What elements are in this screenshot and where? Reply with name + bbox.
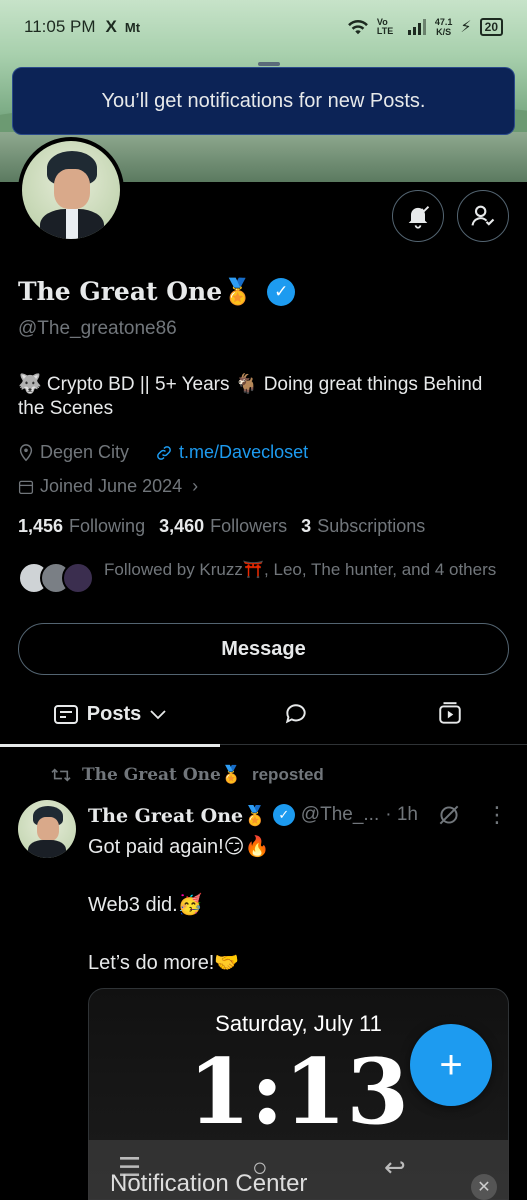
status-bar: 11:05 PM X Mt Vo LTE 47.1 K/S ⚡ 20 [0, 0, 527, 54]
avatar [62, 562, 94, 594]
profile-link[interactable]: t.me/Davecloset [179, 442, 308, 463]
toast-grabber [258, 62, 280, 66]
followers-count[interactable]: 3,460 [159, 516, 204, 537]
post-author-handle: @The_... [300, 804, 380, 825]
chevron-right-icon: › [192, 476, 199, 496]
charging-icon: ⚡ [460, 19, 472, 36]
following-count[interactable]: 1,456 [18, 516, 63, 537]
chevron-down-icon [150, 710, 166, 720]
avatar-image [22, 141, 120, 239]
overlay-nav-bar: ☰ ○ ↩ Notification Center ✕ [88, 1140, 509, 1200]
bell-check-icon [408, 206, 430, 229]
post-header: The Great One🏅 ✓ @The_... · 1h ⋮ [88, 802, 508, 828]
followed-by-text: Followed by Kruzz⛩️, Leo, The hunter, an… [104, 560, 497, 579]
joined-date: Joined June 2024 [40, 476, 183, 496]
message-button[interactable]: Message [18, 623, 509, 675]
post-time: · 1h [385, 804, 418, 825]
followed-by[interactable]: Followed by Kruzz⛩️, Leo, The hunter, an… [18, 558, 498, 594]
tab-active-indicator [0, 744, 220, 747]
profile-joined-row[interactable]: Joined June 2024 › [18, 476, 198, 497]
followed-by-avatars [18, 562, 94, 594]
back-icon[interactable]: ↩ [384, 1152, 406, 1183]
profile-display-name: The Great One🏅 ✓ [18, 277, 296, 307]
verified-badge-icon[interactable]: ✓ [267, 278, 296, 306]
notification-center-label[interactable]: Notification Center [110, 1170, 307, 1198]
posts-icon [53, 705, 78, 724]
profile-handle: @The_greatone86 [18, 318, 177, 339]
repost-name: The Great One🏅 [82, 765, 242, 785]
tab-posts-label: Posts [86, 702, 142, 725]
calendar-icon [18, 480, 34, 494]
profile-meta-row: Degen City t.me/Davecloset [18, 442, 308, 463]
tab-replies[interactable] [270, 683, 322, 745]
toast-text: You’ll get notifications for new Posts. [101, 89, 426, 112]
notification-toast[interactable]: You’ll get notifications for new Posts. [12, 67, 515, 135]
tab-posts[interactable]: Posts [0, 683, 220, 747]
display-name-text: The Great One🏅 [18, 277, 254, 306]
close-icon[interactable]: ✕ [471, 1174, 497, 1200]
grok-icon[interactable] [436, 802, 462, 828]
compose-button[interactable]: + [410, 1024, 492, 1106]
post-author-name[interactable]: The Great One🏅 [88, 804, 267, 827]
tab-media[interactable] [424, 683, 476, 745]
following-button[interactable] [457, 190, 509, 242]
location-pin-icon [19, 443, 33, 461]
net-speed: 47.1 K/S [435, 17, 453, 37]
post-text: Got paid again!😏🔥 Web3 did.🥳 Let’s do mo… [88, 836, 270, 974]
link-icon [157, 445, 171, 460]
notification-app-icon: Mt [124, 19, 141, 35]
profile-location: Degen City [40, 442, 130, 462]
subscriptions-count[interactable]: 3 [301, 516, 311, 537]
profile-bio: 🐺 Crypto BD || 5+ Years 🐐 Doing great th… [18, 374, 483, 419]
net-speed-unit: K/S [436, 27, 452, 37]
follow-counts: 1,456 Following 3,460 Followers 3 Subscr… [18, 516, 425, 537]
repost-icon [51, 768, 71, 782]
repost-indicator[interactable]: The Great One🏅 reposted [50, 765, 324, 785]
battery-icon: 20 [479, 18, 503, 36]
more-options-icon[interactable]: ⋮ [486, 804, 508, 826]
reply-bubble-icon [285, 704, 306, 724]
profile-tabs: Posts [0, 683, 527, 747]
video-icon [439, 702, 461, 724]
status-right: Vo LTE 47.1 K/S ⚡ 20 [347, 17, 503, 37]
post-author-avatar[interactable] [18, 800, 76, 858]
wifi-icon [347, 19, 368, 35]
notifications-bell-button[interactable] [392, 190, 444, 242]
following-label[interactable]: Following [69, 516, 145, 537]
status-time: 11:05 PM [24, 17, 96, 36]
user-check-icon [471, 205, 495, 226]
subscriptions-label[interactable]: Subscriptions [317, 516, 425, 537]
signal-icon [407, 19, 426, 35]
volte-label: Vo LTE [376, 17, 394, 36]
x-app-icon: X [105, 17, 117, 36]
followers-label[interactable]: Followers [210, 516, 287, 537]
repost-suffix: reposted [251, 765, 324, 784]
profile-avatar[interactable] [18, 137, 124, 243]
verified-badge-icon: ✓ [272, 804, 295, 826]
net-speed-value: 47.1 [434, 17, 453, 27]
